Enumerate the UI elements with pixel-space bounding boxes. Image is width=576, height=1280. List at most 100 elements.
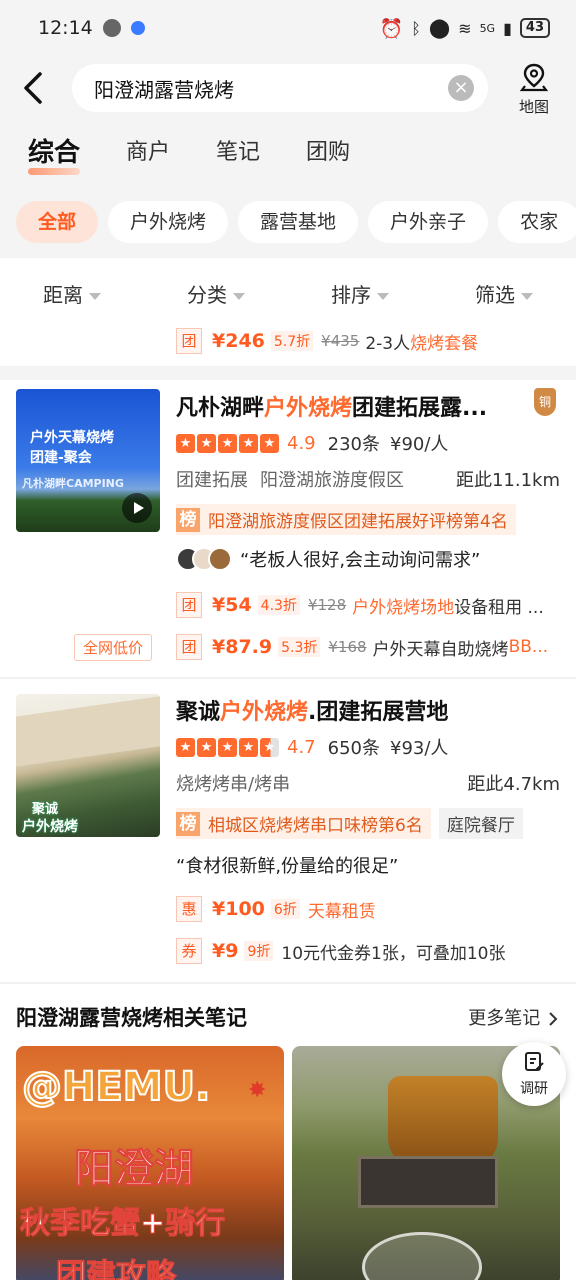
filter-category[interactable]: 分类	[144, 279, 288, 308]
star-rating: ★ ★ ★ ★ ★	[176, 433, 279, 453]
category-chips: 全部 户外烧烤 露营基地 户外亲子 农家	[0, 186, 576, 258]
caret-down-icon	[521, 292, 533, 300]
partial-deal-row[interactable]: 团 ¥246 5.7折 ¥435 2-3人 烧烤套餐	[176, 328, 566, 354]
back-button[interactable]	[14, 64, 58, 112]
merchant-card[interactable]: 聚诚 户外烧烤 聚诚户外烧烤.团建拓展营地 ★ ★ ★ ★ ★ 4.7 650条 ¥93…	[0, 680, 576, 980]
card-divider	[0, 982, 576, 984]
chip-outdoor-bbq[interactable]: 户外烧烤	[108, 201, 229, 243]
deal-row[interactable]: 惠 ¥100 6折 天幕租赁	[176, 896, 560, 922]
review-row: “食材很新鲜,份量给的很足”	[176, 852, 398, 878]
star-icon: ★	[218, 433, 237, 453]
more-notes-link[interactable]: 更多笔记	[468, 1004, 560, 1030]
section-divider	[0, 366, 576, 380]
thumbnail-caption: 团建-聚会	[30, 450, 92, 466]
deal-row[interactable]: 团 ¥87.9 5.3折 ¥168 户外天幕自助烧烤 BB...	[176, 634, 560, 660]
title-part: 聚诚	[176, 700, 221, 725]
review-quote: “食材很新鲜,份量给的很足”	[176, 856, 399, 877]
deal-price: ¥246	[212, 330, 265, 352]
title-highlight: 户外烧烤	[220, 700, 309, 725]
review-count: 230条	[327, 434, 380, 455]
deal-row[interactable]: 团 ¥54 4.3折 ¥128 户外烧烤场地 设备租用 ...	[176, 592, 560, 618]
search-query: 阳澄湖露营烧烤	[94, 77, 234, 102]
deal-discount: 5.3折	[278, 637, 321, 657]
play-icon[interactable]	[122, 493, 152, 523]
title-part: 凡朴湖畔	[176, 396, 265, 421]
meta-row: 团建拓展 阳澄湖旅游度假区 距此11.1km	[176, 466, 560, 492]
bronze-badge-icon: 铜	[534, 388, 556, 416]
star-icon: ★	[239, 433, 258, 453]
deal-highlight: 户外烧烤场地	[352, 597, 455, 618]
title-part: .团建拓展营地	[308, 700, 449, 725]
tab-notes[interactable]: 笔记	[216, 134, 260, 172]
deal-tag: 惠	[176, 896, 202, 922]
deal-tag: 团	[176, 634, 202, 660]
note-card[interactable]: @HEMU. ✸ 阳澄湖 秋季吃蟹+骑行 团建攻略	[16, 1046, 284, 1280]
notes-title: 阳澄湖露营烧烤相关笔记	[16, 1006, 247, 1030]
deal-original-price: ¥435	[321, 332, 360, 350]
notes-header: 阳澄湖露营烧烤相关笔记 更多笔记	[16, 1002, 560, 1032]
edit-note-icon	[525, 1052, 544, 1071]
thumbnail-caption: 凡朴湖畔CAMPING	[22, 477, 124, 490]
tent-shape	[16, 694, 160, 768]
filter-bar: 距离 分类 排序 筛选	[0, 258, 576, 328]
tab-all[interactable]: 综合	[28, 132, 81, 175]
tab-merchants[interactable]: 商户	[126, 134, 170, 172]
chevron-right-icon	[549, 1012, 558, 1026]
bluetooth-icon: ᛒ	[411, 18, 421, 38]
clear-search-button[interactable]: ×	[448, 75, 474, 101]
chip-outdoor-family[interactable]: 户外亲子	[368, 201, 489, 243]
battery-icon: 43	[519, 18, 550, 38]
caret-down-icon	[377, 292, 389, 300]
research-fab[interactable]: 调研	[502, 1042, 566, 1106]
stove-shape	[358, 1156, 498, 1208]
star-icon: ★	[197, 433, 216, 453]
filter-screen-label: 筛选	[475, 282, 515, 307]
rating-row: ★ ★ ★ ★ ★ 4.7 650条 ¥93/人	[176, 734, 448, 760]
note-watermark: @HEMU.	[21, 1063, 211, 1111]
deal-text: 户外天幕自助烧烤	[372, 639, 509, 660]
title-highlight: 户外烧烤	[264, 396, 353, 421]
rank-badge: 榜相城区烧烤烤串口味榜第6名	[176, 808, 431, 839]
fab-label: 调研	[520, 1081, 548, 1097]
deal-price: ¥87.9	[212, 636, 273, 658]
status-bar: 12:14 ⏰ ᛒ ⬤ ≋ 5G ▮ 43	[0, 0, 576, 56]
star-icon: ★	[176, 433, 195, 453]
merchant-category: 团建拓展	[176, 470, 248, 491]
merchant-card[interactable]: 户外天幕烧烤 团建-聚会 凡朴湖畔CAMPING 凡朴湖畔户外烧烤团建拓展露..…	[0, 380, 576, 676]
filter-distance[interactable]: 距离	[0, 279, 144, 308]
rank-icon: 榜	[176, 811, 200, 836]
rank-row[interactable]: 榜相城区烧烤烤串口味榜第6名 庭院餐厅	[176, 808, 523, 839]
merchant-area: 阳澄湖旅游度假区	[260, 470, 404, 491]
deal-row[interactable]: 券 ¥9 9折 10元代金券1张，可叠加10张	[176, 938, 560, 964]
chip-farmhouse[interactable]: 农家	[498, 201, 576, 243]
filter-sort[interactable]: 排序	[288, 279, 432, 308]
star-icon: ★	[260, 433, 279, 453]
more-notes-label: 更多笔记	[468, 1008, 541, 1029]
star-icon: ★	[218, 737, 237, 757]
chip-camping-base[interactable]: 露营基地	[238, 201, 359, 243]
chip-all[interactable]: 全部	[16, 201, 99, 243]
deal-price: ¥9	[212, 940, 239, 962]
status-time: 12:14	[38, 17, 93, 39]
note-subtitle: 秋季吃蟹+骑行	[19, 1206, 226, 1242]
search-input[interactable]: 阳澄湖露营烧烤 ×	[72, 64, 488, 112]
note-headline: 阳澄湖	[74, 1146, 195, 1193]
merchant-thumbnail[interactable]: 聚诚 户外烧烤	[16, 694, 160, 837]
rank-row[interactable]: 榜阳澄湖旅游度假区团建拓展好评榜第4名	[176, 504, 516, 535]
merchant-thumbnail[interactable]: 户外天幕烧烤 团建-聚会 凡朴湖畔CAMPING	[16, 389, 160, 532]
signal-icon: ▮	[503, 18, 512, 38]
card-divider	[0, 677, 576, 679]
map-button[interactable]: 地图	[506, 62, 562, 118]
teapot-shape	[388, 1076, 498, 1168]
wifi-icon: ≋	[458, 18, 472, 38]
deal-tag: 团	[176, 592, 202, 618]
merchant-distance: 距此4.7km	[467, 774, 560, 795]
avatar	[208, 547, 232, 571]
rating-score: 4.9	[287, 432, 316, 454]
filter-screen[interactable]: 筛选	[432, 279, 576, 308]
location-icon: ⬤	[428, 17, 451, 39]
tab-group-buy[interactable]: 团购	[306, 134, 350, 172]
rating-row: ★ ★ ★ ★ ★ 4.9 230条 ¥90/人	[176, 430, 448, 456]
filter-category-label: 分类	[187, 282, 227, 307]
deal-tag: 团	[176, 328, 202, 354]
